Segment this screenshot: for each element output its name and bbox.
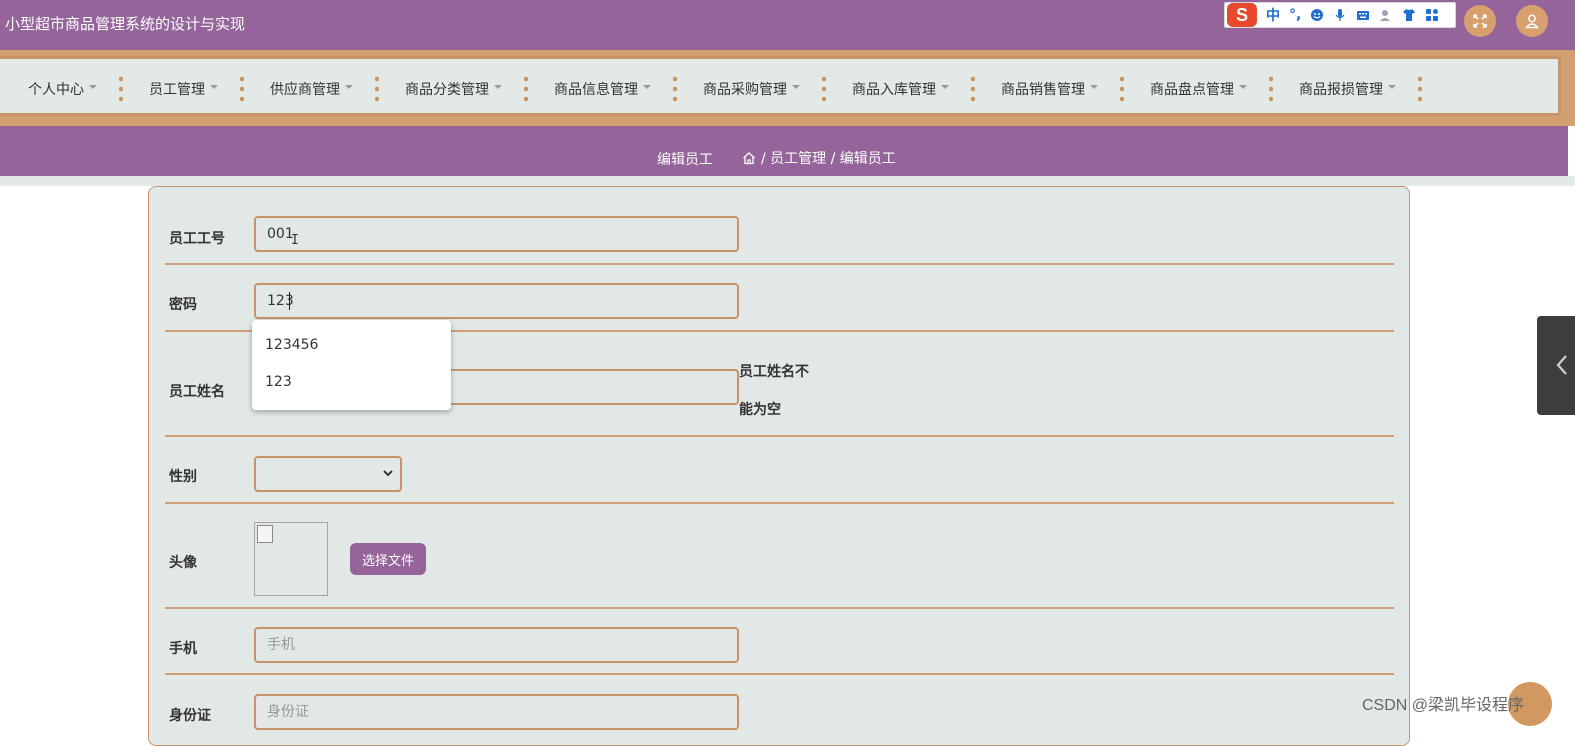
content-top-strip [0, 176, 1575, 186]
nav-item-label: 商品信息管理 [554, 82, 638, 98]
nav-item-label: 员工管理 [149, 82, 205, 98]
nav-item-label: 商品入库管理 [852, 82, 936, 98]
gender-label: 性别 [169, 469, 197, 485]
emoji-icon[interactable] [1310, 8, 1324, 22]
nav-divider [240, 74, 244, 104]
ime-toolbar[interactable]: S 中 °, [1224, 2, 1456, 28]
nav-divider [375, 74, 379, 104]
nav-item-loss-report-management[interactable]: 商品报损管理 [1299, 59, 1396, 119]
user-account-button[interactable] [1516, 5, 1548, 37]
edit-employee-form: 员工工号 001 I 密码 123 员工姓名 员工姓名不 能为空 性别 头像 选… [148, 186, 1410, 746]
nav-item-label: 商品采购管理 [703, 82, 787, 98]
nav-item-sales-management[interactable]: 商品销售管理 [1001, 59, 1098, 119]
chevron-down-icon [792, 85, 800, 89]
nav-item-inventory-check-management[interactable]: 商品盘点管理 [1150, 59, 1247, 119]
nav-item-employee-management[interactable]: 员工管理 [149, 59, 218, 119]
nav-item-label: 商品分类管理 [405, 82, 489, 98]
id-card-label: 身份证 [169, 708, 211, 724]
nav-divider [673, 74, 677, 104]
nav-divider [1120, 74, 1124, 104]
broken-image-icon [257, 525, 273, 543]
gender-select[interactable] [254, 456, 402, 492]
nav-divider [1269, 74, 1273, 104]
nav-divider [524, 74, 528, 104]
nav-divider [822, 74, 826, 104]
row-divider [165, 263, 1394, 265]
avatar-preview [254, 522, 328, 596]
employee-name-label: 员工姓名 [169, 384, 225, 400]
nav-divider [971, 74, 975, 104]
row-divider [165, 502, 1394, 504]
row-divider [165, 435, 1394, 437]
nav-divider [1418, 74, 1422, 104]
name-error-message-line2: 能为空 [739, 402, 781, 418]
chevron-down-icon [941, 85, 949, 89]
home-icon[interactable] [742, 151, 756, 165]
name-error-message-line1: 员工姓名不 [739, 364, 809, 380]
nav-item-label: 商品销售管理 [1001, 82, 1085, 98]
nav-item-personal-center[interactable]: 个人中心 [28, 59, 97, 119]
nav-item-stock-in-management[interactable]: 商品入库管理 [852, 59, 949, 119]
breadcrumb-path[interactable]: / 员工管理 / 编辑员工 [761, 148, 896, 168]
page-title: 编辑员工 [657, 152, 713, 168]
choose-file-button[interactable]: 选择文件 [350, 543, 426, 575]
fullscreen-button[interactable] [1464, 5, 1496, 37]
chevron-down-icon [345, 85, 353, 89]
password-input[interactable]: 123 [254, 283, 739, 319]
autocomplete-option[interactable]: 123456 [265, 337, 318, 353]
ime-logo-icon[interactable]: S [1227, 3, 1257, 27]
nav-item-product-info-management[interactable]: 商品信息管理 [554, 59, 651, 119]
keyboard-icon[interactable] [1356, 8, 1370, 22]
nav-item-label: 供应商管理 [270, 82, 340, 98]
microphone-icon[interactable] [1333, 8, 1347, 22]
user-icon [1524, 14, 1540, 29]
nav-items: 个人中心 员工管理 供应商管理 商品分类管理 商品信息管理 商品采购管理 商品入… [0, 59, 1448, 119]
chevron-down-icon [89, 85, 97, 89]
breadcrumb: / 员工管理 / 编辑员工 [742, 148, 896, 168]
chevron-down-icon [1239, 85, 1247, 89]
avatar-label: 头像 [169, 555, 197, 571]
user-settings-icon[interactable] [1379, 8, 1393, 22]
skin-shirt-icon[interactable] [1402, 8, 1416, 22]
chevron-down-icon [210, 85, 218, 89]
breadcrumb-bar: 编辑员工 / 员工管理 / 编辑员工 [0, 126, 1568, 176]
password-label: 密码 [169, 297, 197, 313]
chevron-left-icon [1556, 355, 1567, 375]
row-divider [165, 607, 1394, 609]
nav-divider [119, 74, 123, 104]
nav-item-supplier-management[interactable]: 供应商管理 [270, 59, 353, 119]
toolbox-grid-icon[interactable] [1425, 8, 1439, 22]
nav-item-label: 商品盘点管理 [1150, 82, 1234, 98]
chevron-down-icon [383, 470, 393, 477]
chevron-down-icon [1388, 85, 1396, 89]
app-title: 小型超市商品管理系统的设计与实现 [5, 15, 246, 33]
watermark: CSDN @梁凯毕设程序 [1362, 697, 1525, 714]
nav-band: 个人中心 员工管理 供应商管理 商品分类管理 商品信息管理 商品采购管理 商品入… [0, 50, 1575, 126]
nav-item-category-management[interactable]: 商品分类管理 [405, 59, 502, 119]
employee-id-label: 员工工号 [169, 231, 225, 247]
top-header: 小型超市商品管理系统的设计与实现 S 中 °, [0, 0, 1575, 50]
chevron-down-icon [643, 85, 651, 89]
ime-mode-toggle[interactable]: 中 [1266, 5, 1280, 25]
phone-input[interactable]: 手机 [254, 627, 739, 663]
nav-item-purchase-management[interactable]: 商品采购管理 [703, 59, 800, 119]
fullscreen-icon [1473, 14, 1487, 28]
employee-id-input[interactable]: 001 [254, 216, 739, 252]
autocomplete-option[interactable]: 123 [265, 374, 292, 390]
chevron-down-icon [494, 85, 502, 89]
row-divider [165, 673, 1394, 675]
password-autocomplete-dropdown: 123456 123 [252, 320, 451, 410]
nav-item-label: 个人中心 [28, 82, 84, 98]
text-caret [289, 292, 290, 310]
text-cursor-icon: I [291, 233, 299, 248]
phone-label: 手机 [169, 641, 197, 657]
chevron-down-icon [1090, 85, 1098, 89]
main-nav: 个人中心 员工管理 供应商管理 商品分类管理 商品信息管理 商品采购管理 商品入… [0, 56, 1561, 116]
side-panel-toggle[interactable] [1537, 316, 1575, 415]
nav-item-label: 商品报损管理 [1299, 82, 1383, 98]
ime-punctuation-toggle[interactable]: °, [1289, 7, 1301, 23]
